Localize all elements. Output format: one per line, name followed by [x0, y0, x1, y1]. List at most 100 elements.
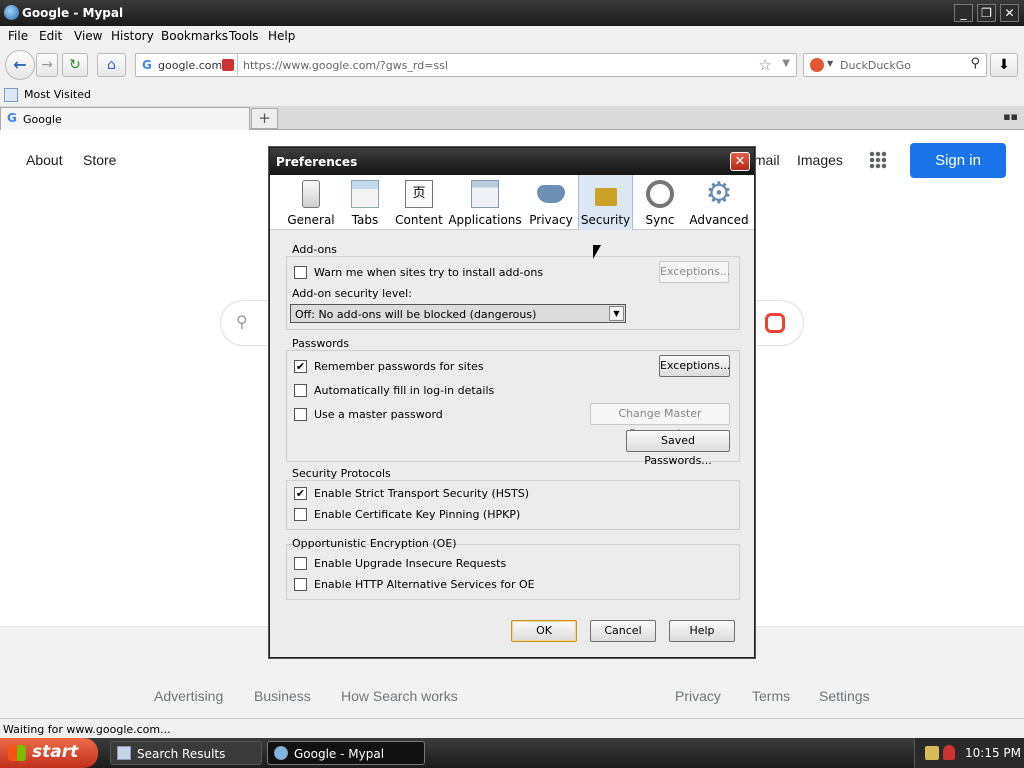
hsts-checkbox-row[interactable]: ✔ Enable Strict Transport Security (HSTS… [294, 485, 594, 501]
general-switch-icon [302, 180, 320, 208]
restore-button[interactable]: ❐ [977, 4, 996, 22]
addon-security-level-select[interactable]: Off: No add-ons will be blocked (dangero… [290, 304, 626, 323]
search-icon[interactable]: ⚲ [970, 56, 980, 71]
autofill-login-checkbox-row[interactable]: Automatically fill in log-in details [294, 382, 544, 398]
upgrade-insecure-label: Enable Upgrade Insecure Requests [314, 557, 507, 570]
close-window-button[interactable]: ✕ [1000, 4, 1019, 22]
hsts-checkbox[interactable]: ✔ [294, 487, 307, 500]
forward-arrow-icon: → [41, 57, 53, 73]
http-alt-services-checkbox[interactable] [294, 578, 307, 591]
dialog-title: Preferences [276, 155, 358, 169]
menu-view[interactable]: View [74, 29, 102, 43]
warn-addons-checkbox[interactable] [294, 266, 307, 279]
dialog-close-button[interactable]: ✕ [730, 152, 750, 171]
saved-passwords-button[interactable]: Saved Passwords... [626, 430, 730, 467]
passwords-exceptions-button[interactable]: Exceptions... [659, 355, 730, 377]
business-link[interactable]: Business [254, 688, 311, 704]
search-input[interactable]: DuckDuckGo [840, 59, 911, 72]
start-label: start [32, 742, 79, 762]
autofill-login-checkbox[interactable] [294, 384, 307, 397]
menu-bookmarks[interactable]: Bookmarks [161, 29, 228, 43]
pane-general[interactable]: General [284, 175, 338, 230]
reload-button[interactable]: ↻ [62, 53, 88, 77]
taskbar-item-mypal[interactable]: Google - Mypal [267, 741, 425, 765]
pane-tabs[interactable]: Tabs [338, 175, 392, 230]
ok-button[interactable]: OK [511, 620, 577, 642]
settings-link[interactable]: Settings [819, 688, 870, 704]
addon-security-level-value: Off: No add-ons will be blocked (dangero… [295, 308, 537, 321]
network-tray-icon[interactable] [925, 746, 939, 760]
upgrade-insecure-checkbox[interactable] [294, 557, 307, 570]
bookmark-star-icon[interactable]: ☆ [759, 56, 772, 74]
security-shield-tray-icon[interactable] [943, 745, 955, 760]
menu-history[interactable]: History [111, 29, 154, 43]
privacy-link[interactable]: Privacy [675, 688, 721, 704]
pane-label: Security [580, 213, 631, 227]
taskbar-item-search-results[interactable]: Search Results [110, 741, 262, 765]
about-link[interactable]: About [26, 152, 63, 168]
pane-advanced[interactable]: ⚙ Advanced [687, 175, 751, 230]
upgrade-insecure-checkbox-row[interactable]: Enable Upgrade Insecure Requests [294, 555, 594, 571]
images-link[interactable]: Images [797, 152, 843, 168]
change-master-password-button[interactable]: Change Master Password... [590, 403, 730, 440]
remember-passwords-checkbox[interactable]: ✔ [294, 360, 307, 373]
cancel-button[interactable]: Cancel [590, 620, 656, 642]
search-icon: ⚲ [236, 312, 248, 331]
menu-help[interactable]: Help [268, 29, 295, 43]
home-button[interactable]: ⌂ [97, 53, 126, 77]
bookmark-most-visited[interactable]: Most Visited [24, 88, 91, 101]
pane-content[interactable]: 页 Content [392, 175, 446, 230]
terms-link[interactable]: Terms [752, 688, 790, 704]
tab-google[interactable]: G Google [0, 107, 250, 130]
hpkp-checkbox-row[interactable]: Enable Certificate Key Pinning (HPKP) [294, 506, 594, 522]
remember-passwords-label: Remember passwords for sites [314, 360, 484, 373]
duckduckgo-engine-icon[interactable] [810, 58, 824, 72]
store-link[interactable]: Store [83, 152, 116, 168]
pane-privacy[interactable]: Privacy [524, 175, 578, 230]
google-apps-icon[interactable] [869, 151, 887, 169]
http-alt-services-label: Enable HTTP Alternative Services for OE [314, 578, 535, 591]
pane-applications[interactable]: Applications [446, 175, 524, 230]
pane-sync[interactable]: Sync [633, 175, 687, 230]
search-bar[interactable]: ▼ DuckDuckGo ⚲ [803, 53, 987, 77]
master-password-label: Use a master password [314, 408, 443, 421]
help-button[interactable]: Help [669, 620, 735, 642]
menu-tools[interactable]: Tools [229, 29, 259, 43]
google-favicon-icon: G [7, 111, 17, 125]
downloads-button[interactable]: ⬇ [990, 53, 1018, 77]
hpkp-checkbox[interactable] [294, 508, 307, 521]
tab-title: Google [23, 113, 62, 126]
new-tab-button[interactable]: + [251, 108, 278, 129]
url-dropdown-icon[interactable]: ▼ [782, 58, 790, 69]
google-lens-icon[interactable] [765, 313, 785, 333]
dialog-title-bar: Preferences ✕ [270, 148, 754, 175]
master-password-checkbox[interactable] [294, 408, 307, 421]
engine-dropdown-icon[interactable]: ▼ [827, 59, 833, 68]
pane-security[interactable]: Security [578, 175, 633, 230]
menu-edit[interactable]: Edit [39, 29, 62, 43]
minimize-button[interactable]: _ [954, 4, 973, 22]
windows-logo-icon [8, 745, 26, 761]
tab-list-icon[interactable]: ▪▪ [1003, 110, 1018, 123]
how-search-works-link[interactable]: How Search works [341, 688, 458, 704]
back-button[interactable]: ← [5, 50, 35, 80]
mouse-cursor-icon [593, 245, 601, 259]
clock: 10:15 PM [965, 746, 1021, 760]
url-bar[interactable]: G google.com https://www.google.com/?gws… [135, 53, 797, 77]
http-alt-services-checkbox-row[interactable]: Enable HTTP Alternative Services for OE [294, 576, 594, 592]
advertising-link[interactable]: Advertising [154, 688, 223, 704]
menu-bar: File Edit View History Bookmarks Tools H… [0, 26, 1024, 46]
search-results-window-icon [117, 746, 131, 760]
sign-in-button[interactable]: Sign in [910, 143, 1006, 178]
content-document-icon: 页 [405, 180, 433, 208]
site-identity-button[interactable]: G google.com [136, 54, 238, 76]
menu-file[interactable]: File [8, 29, 28, 43]
warn-addons-checkbox-row[interactable]: Warn me when sites try to install add-on… [294, 264, 614, 280]
start-button[interactable]: start [0, 738, 98, 768]
master-password-checkbox-row[interactable]: Use a master password [294, 406, 544, 422]
forward-button[interactable]: → [36, 53, 58, 77]
addons-exceptions-button[interactable]: Exceptions... [659, 261, 730, 283]
url-text[interactable]: https://www.google.com/?gws_rd=ssl [243, 59, 448, 72]
browser-title-bar: Google - Mypal _ ❐ ✕ [0, 0, 1024, 26]
remember-passwords-checkbox-row[interactable]: ✔ Remember passwords for sites [294, 358, 544, 374]
